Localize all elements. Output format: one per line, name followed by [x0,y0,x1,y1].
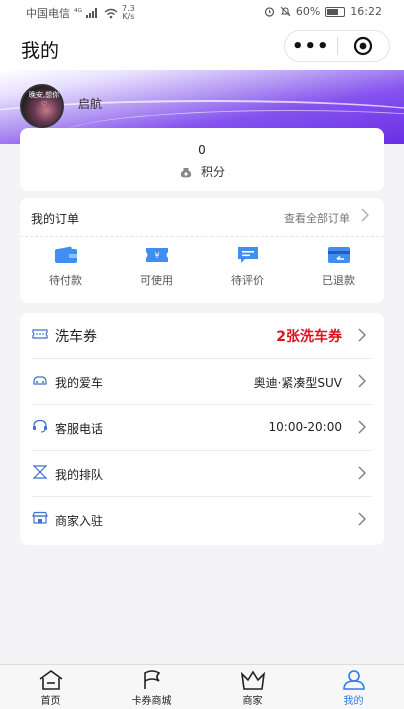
signal-icon [86,8,97,18]
chevron-right-icon [358,420,366,434]
bottom-tab-bar: 首页 卡券商城 商家 我的 [0,664,404,709]
tab-home[interactable]: 首页 [0,665,101,709]
wifi-icon [104,8,118,18]
menu-row-value: 10:00-20:00 [268,420,343,434]
avatar-caption: 晚安,想你 ♡ [28,91,60,108]
mini-program-capsule: ••• [284,30,390,62]
order-status-pending-payment[interactable]: 待付款 [20,246,111,288]
menu-row-label: 客服电话 [55,422,104,436]
ticket-icon: ¥ [145,248,168,262]
network-type-label: ⁴ᴳ [74,8,82,18]
menu-row-my-queue[interactable]: 我的排队 [32,451,372,497]
menu-card: 洗车券 2张洗车券 我的爱车 奥迪·紧凑型SUV 客服电话 10:00-20:0… [20,313,384,545]
order-status-refunded[interactable]: 已退款 [293,246,384,288]
points-card[interactable]: 0 积分 [20,128,384,191]
orders-title: 我的订单 [31,212,80,226]
clock-time: 16:22 [350,5,382,18]
menu-row-customer-service[interactable]: 客服电话 10:00-20:00 [32,405,372,451]
tab-coupon-mall[interactable]: 卡券商城 [101,665,202,709]
more-menu-button[interactable]: ••• [285,31,337,61]
flag-icon [143,670,160,689]
close-program-button[interactable] [337,31,389,61]
menu-row-value: 2张洗车券 [276,329,342,345]
store-icon [32,511,48,524]
menu-row-my-car[interactable]: 我的爱车 奥迪·紧凑型SUV [32,359,372,405]
order-status-list: 待付款 ¥ 可使用 待评价 已退款 [20,246,384,288]
order-status-label: 待付款 [49,274,82,287]
chevron-right-icon [358,512,366,526]
headset-icon [33,419,47,433]
points-label: 积分 [200,165,225,179]
chevron-right-icon [358,466,366,480]
view-all-orders-link[interactable]: 查看全部订单 [284,210,350,226]
order-status-label: 可使用 [140,274,173,287]
order-status-label: 待评价 [231,274,264,287]
wallet-icon [54,246,77,263]
carrier-label: 中国电信 [26,7,70,20]
money-bag-icon [180,167,192,177]
network-speed: 7.3 K/s [122,5,135,21]
comment-icon [237,247,258,263]
chevron-right-icon [358,374,366,388]
tab-label: 卡券商城 [131,696,172,707]
orders-header: 我的订单 查看全部订单 [20,198,384,237]
target-icon [354,36,373,56]
mute-bell-icon [280,6,291,17]
page-title: 我的 [21,40,60,62]
menu-row-car-wash-coupon[interactable]: 洗车券 2张洗车券 [32,313,372,359]
points-value: 0 [198,143,206,157]
menu-row-merchant-join[interactable]: 商家入驻 [32,497,372,543]
order-status-usable[interactable]: ¥ 可使用 [111,246,202,288]
menu-row-value: 奥迪·紧凑型SUV [253,376,342,390]
alarm-icon [264,7,274,17]
refund-card-icon [327,247,350,263]
user-nickname: 启航 [78,97,103,111]
chevron-right-icon[interactable] [361,208,369,222]
order-status-label: 已退款 [322,274,355,287]
coupon-icon [32,329,48,339]
tab-merchants[interactable]: 商家 [202,665,303,709]
points-label-row: 积分 [20,163,384,180]
menu-row-label: 洗车券 [55,329,97,345]
svg-text:¥: ¥ [154,251,159,260]
chevron-right-icon [358,328,366,342]
tab-label: 商家 [242,696,263,707]
orders-card: 我的订单 查看全部订单 待付款 ¥ 可使用 待评价 已退款 [20,198,384,303]
tab-mine[interactable]: 我的 [303,665,404,709]
home-icon [39,670,62,690]
status-bar: 中国电信 ⁴ᴳ 7.3 K/s 60% 16:22 [0,0,404,24]
tab-label: 我的 [343,696,364,707]
navigation-bar: 我的 ••• [0,24,404,70]
crown-basket-icon [240,670,265,690]
user-icon [342,670,365,690]
tab-label: 首页 [40,696,61,707]
menu-row-label: 我的排队 [55,468,104,482]
menu-row-label: 我的爱车 [55,376,104,390]
avatar[interactable]: 晚安,想你 ♡ [20,84,64,128]
order-status-to-review[interactable]: 待评价 [202,246,293,288]
battery-icon [325,6,346,17]
menu-row-label: 商家入驻 [55,514,104,528]
car-icon [33,376,47,385]
hourglass-icon [32,465,48,479]
speed-unit: K/s [122,12,135,21]
battery-percent: 60% [295,5,321,18]
